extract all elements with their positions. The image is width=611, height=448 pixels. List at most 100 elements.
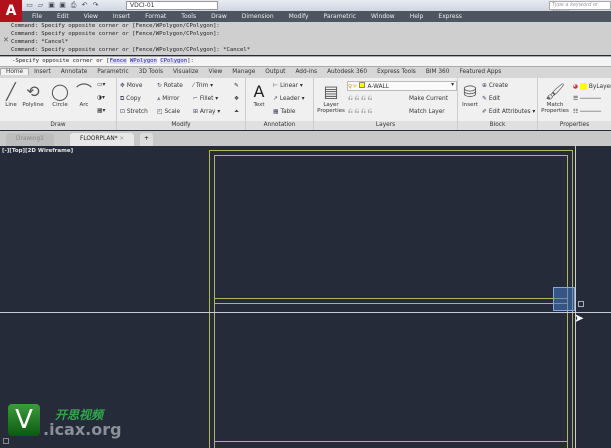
menu-help[interactable]: Help [410,13,424,20]
drawing-viewport[interactable] [0,146,611,448]
rotate-button[interactable]: ↻ Rotate [157,83,183,89]
mirror-button[interactable]: ⩓ Mirror [157,96,179,103]
tab-autodesk-360[interactable]: Autodesk 360 [322,69,372,75]
option-fence[interactable]: Fence [109,58,127,64]
open-icon[interactable]: ▱ [36,1,45,9]
polyline-button[interactable]: ⟲ Polyline [22,82,44,108]
array-button[interactable]: ⊞ Array ▾ [193,109,220,115]
match-layer-button[interactable]: Match Layer [409,109,445,115]
annotation-panel-title[interactable]: Annotation [246,121,313,130]
trim-button[interactable]: ⁄ Trim ▾ [193,83,213,89]
create-block-button[interactable]: ⊕ Create [482,83,508,89]
menu-file[interactable]: File [32,13,42,20]
new-tab-button[interactable]: + [140,133,153,146]
tab-featured-apps[interactable]: Featured Apps [454,69,506,75]
linetype-dropdown[interactable]: ☷ ────── [573,109,601,115]
modify-panel-title[interactable]: Modify [117,121,245,130]
fillet-button[interactable]: ⌐ Fillet ▾ [193,96,218,102]
line-label: Line [5,102,17,108]
menu-draw[interactable]: Draw [211,13,227,20]
leader-button[interactable]: ↗ Leader ▾ [273,96,305,102]
application-menu-button[interactable]: A [0,0,22,22]
menu-express[interactable]: Express [438,13,461,20]
wall-line[interactable] [214,155,215,448]
close-icon[interactable]: ✕ [3,36,9,44]
tab-home[interactable]: Home [0,68,30,75]
properties-panel-title[interactable]: Properties [538,121,611,130]
tab-view[interactable]: View [204,69,228,75]
tab-visualize[interactable]: Visualize [168,69,204,75]
offset-icon[interactable]: ⏶ [234,109,239,116]
draw-panel-title[interactable]: Draw [0,121,116,130]
insert-button[interactable]: ⛁ Insert [459,82,481,108]
tab-add-ins[interactable]: Add-ins [290,69,322,75]
move-button[interactable]: ✥ Move [120,83,142,89]
layer-properties-button[interactable]: ▤ Layer Properties [317,82,345,114]
scale-button[interactable]: ◰ Scale [157,109,180,115]
search-input[interactable]: Type a keyword or phrase [549,1,611,15]
menu-window[interactable]: Window [371,13,395,20]
table-label: Table [280,109,296,115]
menu-edit[interactable]: Edit [57,13,69,20]
option-cpolygon[interactable]: CPolygon [160,58,188,64]
menu-dimension[interactable]: Dimension [242,13,274,20]
viewport-controls[interactable]: [-][Top][2D Wireframe] [2,148,73,154]
edit-attributes-button[interactable]: ✐ Edit Attributes ▾ [482,109,535,115]
file-tab-drawing1[interactable]: Drawing1 [6,133,54,146]
color-dropdown[interactable]: ◕ ByLayer [573,83,611,90]
wall-line[interactable] [209,150,210,448]
erase-icon[interactable]: ✎ [234,83,239,89]
menu-insert[interactable]: Insert [113,13,130,20]
tab-bim-360[interactable]: BIM 360 [421,69,455,75]
print-icon[interactable]: ⎙ [69,1,78,9]
close-icon[interactable]: ✕ [119,136,124,142]
menu-format[interactable]: Format [145,13,166,20]
copy-button[interactable]: ⧉ Copy [120,96,141,103]
stretch-button[interactable]: ⊡ Stretch [120,109,148,115]
layer-dropdown[interactable]: ♀☼ A-WALL ▾ [347,81,457,91]
menu-modify[interactable]: Modify [289,13,309,20]
hatch-icon[interactable]: ◑▾ [97,95,105,101]
layer-tools-icon[interactable]: ⎌ ⎌ ⎌ ⎌ [348,109,372,116]
command-line-input[interactable]: -Specify opposite corner or [Fence WPoly… [0,56,611,67]
linear-button[interactable]: ⊢ Linear ▾ [273,83,303,89]
new-icon[interactable]: ▭ [25,1,34,9]
save-icon[interactable]: ▣ [47,1,56,9]
circle-button[interactable]: ◯ Circle [49,82,71,108]
wall-line[interactable] [214,441,567,442]
line-button[interactable]: ╱ Line [0,82,22,108]
tab-annotate[interactable]: Annotate [56,69,93,75]
tab-insert[interactable]: Insert [29,69,56,75]
tab-output[interactable]: Output [260,69,290,75]
workspace-dropdown[interactable]: VDCI-01 [126,1,218,10]
explode-icon[interactable]: ❖ [234,96,239,102]
wall-line[interactable] [214,303,567,304]
layer-tools-icon[interactable]: ⎌ ⎌ ⎌ ⎌ [348,96,372,103]
arc-button[interactable]: ⌒ Arc [73,82,95,108]
file-tab-floorplan[interactable]: FLOORPLAN* ✕ [70,133,135,146]
menu-tools[interactable]: Tools [181,13,196,20]
block-panel-title[interactable]: Block [458,121,537,130]
edit-block-button[interactable]: ✎ Edit [482,96,500,102]
menu-parametric[interactable]: Parametric [324,13,357,20]
wall-line[interactable] [209,150,572,151]
option-wpolygon[interactable]: WPolygon [129,58,157,64]
lineweight-dropdown[interactable]: ☰ ────── [573,96,601,102]
make-current-button[interactable]: Make Current [409,96,448,102]
gradient-icon[interactable]: ▦▾ [97,108,105,114]
wall-line[interactable] [214,155,567,156]
wall-line[interactable] [214,298,567,299]
tab-parametric[interactable]: Parametric [92,69,133,75]
menu-view[interactable]: View [84,13,98,20]
redo-icon[interactable]: ↷ [91,1,100,9]
tab-manage[interactable]: Manage [227,69,260,75]
tab-3d-tools[interactable]: 3D Tools [134,69,168,75]
rectangle-icon[interactable]: ▭▾ [97,82,105,88]
match-properties-button[interactable]: 🖌 Match Properties [540,82,570,114]
save-as-icon[interactable]: ▣ [58,1,67,9]
table-button[interactable]: ▦ Table [273,109,295,115]
undo-icon[interactable]: ↶ [80,1,89,9]
text-button[interactable]: A Text [248,82,270,108]
layers-panel-title[interactable]: Layers [314,121,457,130]
tab-express-tools[interactable]: Express Tools [372,69,421,75]
